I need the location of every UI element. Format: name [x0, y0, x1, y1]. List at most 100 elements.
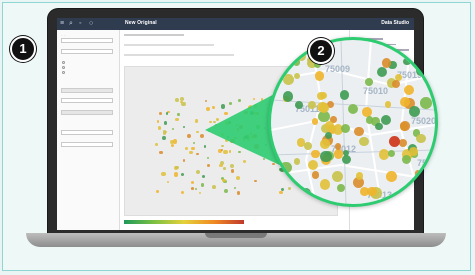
map-dot [308, 100, 316, 109]
map-dot [165, 112, 168, 115]
left-panel-select-1[interactable] [61, 38, 113, 43]
map-dot [253, 111, 258, 116]
map-dot [222, 179, 226, 183]
map-dot [182, 125, 185, 128]
map-dot [416, 134, 426, 144]
user-icon[interactable]: ○ [89, 20, 93, 28]
map-dot [340, 123, 350, 133]
map-dot [399, 96, 411, 107]
left-panel-button-2[interactable] [61, 110, 113, 115]
map-dot [204, 145, 207, 148]
map-dot [235, 123, 239, 127]
map-dot [247, 106, 251, 109]
app-topbar: ≡ ⌕ ◦ ○ New Original Data Studio [57, 18, 414, 30]
map-dot [209, 120, 212, 124]
left-panel-button-1[interactable] [61, 88, 113, 93]
map-dot [336, 183, 345, 192]
map-dot [324, 120, 335, 131]
map-dot [215, 118, 219, 122]
map-dot [166, 180, 169, 183]
map-dot [244, 110, 249, 115]
map-dot [195, 169, 200, 174]
map-dot [242, 138, 246, 142]
map-dot [206, 163, 211, 168]
map-dot [234, 186, 237, 189]
search-icon[interactable]: ⌕ [69, 20, 73, 28]
map-dot [253, 97, 256, 100]
map-dot [293, 158, 301, 165]
map-dot [162, 130, 166, 134]
map-dot [201, 174, 205, 178]
map-dot [311, 149, 320, 159]
map-dot [385, 101, 392, 108]
map-dot [250, 134, 255, 139]
map-dot [319, 179, 331, 190]
map-dot [354, 126, 364, 137]
map-dot [386, 171, 398, 183]
main-caption-line [124, 54, 234, 56]
map-dot [283, 74, 294, 86]
map-dot [193, 142, 196, 145]
map-dot [196, 130, 200, 134]
map-dot [263, 127, 266, 130]
callout-badge-2: 2 [308, 38, 334, 64]
zip-label: 75010 [363, 86, 389, 96]
map-dot [223, 188, 228, 194]
map-dot [175, 118, 179, 122]
map-dot [254, 144, 259, 149]
map-dot [224, 111, 228, 116]
top-right-label[interactable]: Data Studio [381, 20, 409, 26]
map-dot [359, 136, 369, 147]
left-panel-radio-1[interactable] [62, 61, 65, 64]
map-dot [200, 183, 205, 187]
left-panel-radio-3[interactable] [62, 71, 65, 74]
map-dot [180, 190, 184, 194]
map-dot [260, 98, 263, 101]
map-dot [196, 152, 199, 155]
map-dot [191, 187, 194, 190]
map-dot [220, 132, 225, 137]
map-dot [417, 51, 429, 62]
left-panel-radio-2[interactable] [62, 66, 65, 69]
map-dot [180, 172, 184, 177]
map-dot [256, 125, 261, 130]
left-panel-select-5[interactable] [61, 142, 113, 147]
map-dot [191, 146, 195, 150]
zoom-magnifier: 75009 75010 75019 75011 75020 75012 7501… [268, 37, 438, 207]
bell-icon[interactable]: ◦ [79, 20, 81, 28]
map-dot [175, 165, 179, 170]
map-dot [238, 99, 241, 103]
map-dot [381, 58, 392, 68]
map-dot [286, 187, 298, 200]
map-dot [204, 99, 207, 102]
map-dot [206, 156, 209, 160]
map-dot [280, 161, 292, 174]
map-dot [294, 100, 303, 110]
map-dot [162, 136, 166, 140]
map-dot [239, 125, 244, 130]
map-dot [317, 101, 328, 113]
map-dot [376, 66, 387, 78]
map-dot [171, 144, 175, 148]
map-dot [155, 143, 159, 147]
map-dot [224, 120, 229, 125]
map-dot [212, 105, 216, 109]
left-panel-select-3[interactable] [61, 98, 113, 103]
menu-icon[interactable]: ≡ [60, 20, 64, 28]
left-panel-select-4[interactable] [61, 130, 113, 135]
map-dot [416, 65, 428, 76]
left-panel-select-2[interactable] [61, 49, 113, 54]
map-dot-highlight [389, 136, 400, 147]
map-dot [320, 150, 332, 163]
map-dot [221, 104, 226, 109]
map-dot [238, 150, 241, 154]
map-dot [194, 119, 199, 124]
zip-label: 75009 [325, 64, 351, 74]
map-dot [187, 134, 191, 139]
map-dot [230, 169, 235, 173]
map-dot [262, 157, 266, 161]
map-dot [189, 150, 193, 155]
map-dot [211, 184, 216, 189]
app-title: New Original [125, 20, 157, 26]
map-dot [180, 97, 185, 102]
